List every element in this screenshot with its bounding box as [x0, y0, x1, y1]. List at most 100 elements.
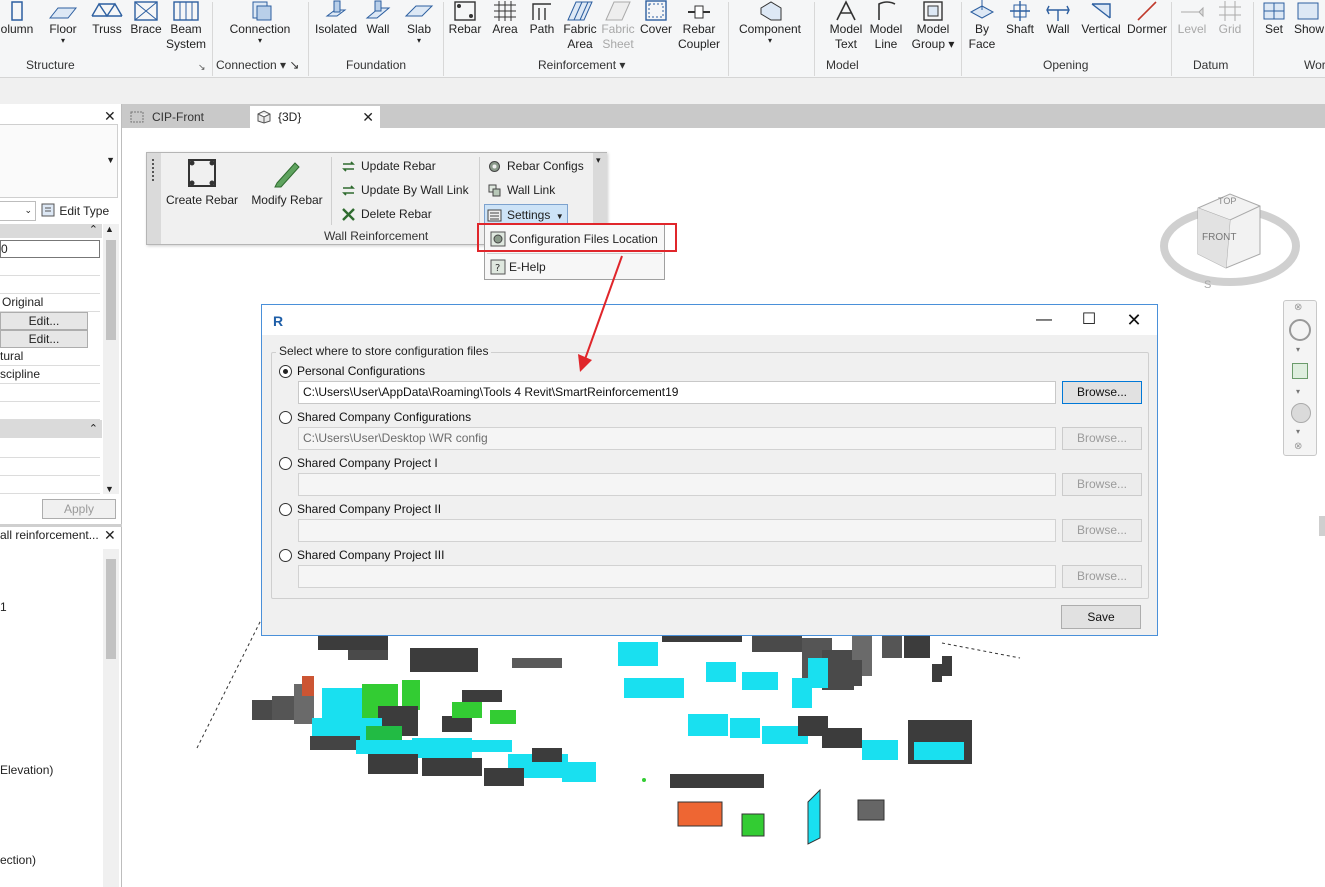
wall-link-button[interactable]: Wall Link	[485, 180, 555, 200]
instance-filter-select[interactable]: ⌄	[0, 201, 36, 221]
minimize-icon[interactable]: —	[1021, 305, 1067, 335]
slab-foundation-button[interactable]: Slab ▾	[402, 0, 436, 45]
wall-foundation-button[interactable]: Wall	[362, 0, 394, 37]
viewcube[interactable]: TOP FRONT S	[1160, 178, 1300, 296]
svg-text:TOP: TOP	[1218, 196, 1236, 206]
property-value[interactable]: 0	[0, 240, 100, 258]
create-rebar-button[interactable]: Create Rebar	[165, 157, 239, 207]
chevron-down-icon[interactable]: ▾	[1296, 345, 1300, 354]
browser-scrollbar[interactable]	[103, 549, 119, 887]
vertical-opening-button[interactable]: Vertical	[1078, 0, 1124, 37]
edit-button[interactable]: Edit...	[0, 330, 88, 348]
chevron-down-icon[interactable]: ▾	[1296, 387, 1300, 396]
canvas-scroll-thumb[interactable]	[1319, 516, 1325, 536]
chevron-down-icon[interactable]: ▾	[1296, 427, 1300, 436]
edit-type-button[interactable]: Edit Type	[40, 201, 120, 221]
close-icon[interactable]: ✕	[1111, 305, 1157, 335]
level-button[interactable]: Level	[1174, 0, 1210, 37]
update-rebar-button[interactable]: Update Rebar	[339, 156, 436, 176]
shared-project-1-path-input[interactable]	[298, 473, 1056, 496]
scroll-up-icon[interactable]: ▲	[105, 224, 114, 234]
connection-button[interactable]: Connection ▾	[226, 0, 294, 45]
column-button[interactable]: olumn	[0, 0, 40, 37]
panel-label-reinforcement[interactable]: Reinforcement ▾	[538, 58, 625, 72]
property-row	[0, 458, 100, 476]
shared-project-2-path-input[interactable]	[298, 519, 1056, 542]
zoom-icon[interactable]	[1292, 363, 1308, 379]
model-line-button[interactable]: Model Line	[866, 0, 906, 52]
area-icon	[494, 1, 516, 21]
panel-label-connection[interactable]: Connection ▾ ↘	[216, 58, 299, 72]
close-icon[interactable]: ⊗	[1294, 302, 1302, 313]
type-selector[interactable]: ▼	[0, 124, 118, 198]
scrollbar-thumb[interactable]	[106, 559, 116, 659]
set-workplane-button[interactable]: Set	[1256, 0, 1292, 37]
steering-wheel-icon[interactable]	[1289, 319, 1311, 341]
shared-company-radio[interactable]	[279, 411, 292, 424]
scroll-down-icon[interactable]: ▼	[105, 484, 114, 494]
edit-button[interactable]: Edit...	[0, 312, 88, 330]
close-icon[interactable]: ✕	[362, 106, 374, 128]
dormer-button[interactable]: Dormer	[1124, 0, 1170, 37]
by-face-button[interactable]: By Face	[964, 0, 1000, 52]
personal-browse-button[interactable]: Browse...	[1062, 381, 1142, 404]
apply-button[interactable]: Apply	[42, 499, 116, 519]
update-by-wall-link-button[interactable]: Update By Wall Link	[339, 180, 469, 200]
isolated-button[interactable]: Isolated	[314, 0, 358, 37]
personal-path-input[interactable]: C:\Users\User\AppData\Roaming\Tools 4 Re…	[298, 381, 1056, 404]
close-icon[interactable]: ✕	[104, 527, 116, 544]
area-reinforcement-button[interactable]: Area	[488, 0, 522, 37]
rebar-configs-button[interactable]: Rebar Configs	[485, 156, 584, 176]
show-workplane-button[interactable]: Show	[1294, 0, 1325, 37]
panel-title: Wall Reinforcement	[324, 229, 429, 243]
fabric-area-button[interactable]: Fabric Area	[562, 0, 598, 52]
shaft-button[interactable]: Shaft	[1002, 0, 1038, 37]
close-icon[interactable]: ✕	[104, 108, 116, 125]
save-button[interactable]: Save	[1061, 605, 1141, 629]
truss-button[interactable]: Truss	[90, 0, 124, 37]
shared-project-1-browse-button[interactable]: Browse...	[1062, 473, 1142, 496]
floor-button[interactable]: Floor ▾	[44, 0, 82, 45]
path-reinforcement-button[interactable]: Path	[526, 0, 558, 37]
panel-grip[interactable]	[147, 153, 161, 244]
tab-3d[interactable]: {3D} ✕	[250, 106, 380, 128]
settings-button[interactable]: Settings ▼	[484, 204, 568, 224]
browser-item[interactable]: 1	[0, 600, 7, 614]
model-group-button[interactable]: Model Group ▾	[910, 0, 956, 52]
dialog-launcher-icon[interactable]: ↘	[198, 62, 206, 73]
modify-rebar-button[interactable]: Modify Rebar	[245, 157, 329, 207]
orbit-icon[interactable]	[1291, 403, 1311, 423]
options-icon[interactable]: ⊗	[1294, 441, 1302, 452]
component-button[interactable]: Component ▾	[734, 0, 806, 45]
browser-item[interactable]: ection)	[0, 853, 36, 867]
group-header[interactable]: ⌃	[0, 420, 102, 438]
properties-scrollbar[interactable]: ▲ ▼	[103, 224, 119, 494]
fabric-sheet-button[interactable]: Fabric Sheet	[600, 0, 636, 52]
rebar-coupler-button[interactable]: Rebar Coupler	[676, 0, 722, 52]
shared-project-3-browse-button[interactable]: Browse...	[1062, 565, 1142, 588]
beam-system-button[interactable]: Beam System	[166, 0, 206, 52]
dialog-titlebar[interactable]: R — ☐ ✕	[262, 305, 1157, 335]
wall-opening-button[interactable]: Wall	[1040, 0, 1076, 37]
shared-project-3-path-input[interactable]	[298, 565, 1056, 588]
shared-project-1-radio[interactable]	[279, 457, 292, 470]
shared-project-3-radio[interactable]	[279, 549, 292, 562]
shared-company-path-input[interactable]: C:\Users\User\Desktop \WR config	[298, 427, 1056, 450]
rebar-button[interactable]: Rebar	[446, 0, 484, 37]
tab-cip-front[interactable]: CIP-Front	[124, 106, 250, 128]
shared-project-2-radio[interactable]	[279, 503, 292, 516]
browser-item[interactable]: Elevation)	[0, 763, 53, 777]
maximize-icon[interactable]: ☐	[1066, 305, 1112, 335]
grid-button[interactable]: Grid	[1212, 0, 1248, 37]
model-text-button[interactable]: Model Text	[826, 0, 866, 52]
scrollbar-thumb[interactable]	[106, 240, 116, 340]
brace-button[interactable]: Brace	[128, 0, 164, 37]
property-value: scipline	[0, 366, 100, 384]
ribbon-separator	[1171, 2, 1172, 76]
shared-company-browse-button[interactable]: Browse...	[1062, 427, 1142, 450]
personal-configurations-radio[interactable]	[279, 365, 292, 378]
delete-rebar-button[interactable]: Delete Rebar	[339, 204, 432, 224]
shared-project-2-browse-button[interactable]: Browse...	[1062, 519, 1142, 542]
cover-button[interactable]: Cover	[638, 0, 674, 37]
group-header[interactable]: ⌃	[0, 224, 102, 238]
